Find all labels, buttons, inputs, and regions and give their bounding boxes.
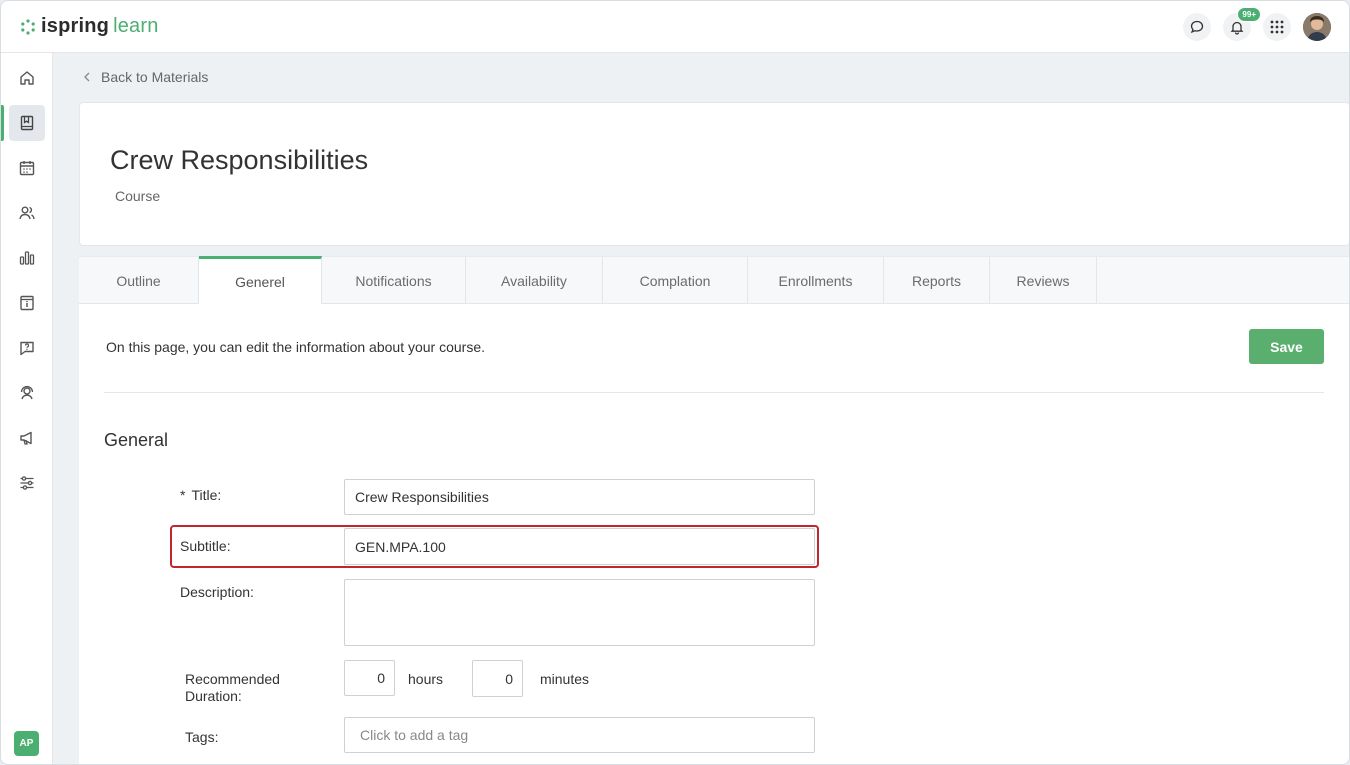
apps-button[interactable] bbox=[1263, 12, 1291, 41]
calendar-icon bbox=[19, 161, 35, 176]
tags-input[interactable]: Click to add a tag bbox=[344, 717, 815, 753]
home-icon bbox=[20, 71, 34, 85]
back-link[interactable]: Back to Materials bbox=[83, 69, 208, 85]
general-settings-panel: On this page, you can edit the informati… bbox=[79, 304, 1349, 764]
sidebar-item-questions[interactable] bbox=[9, 330, 45, 366]
logo-text-bold: ispring bbox=[41, 15, 110, 37]
top-bar: ispring learn 99+ bbox=[1, 1, 1349, 53]
hours-input[interactable]: 0 bbox=[344, 660, 395, 696]
title-label: * Title: bbox=[180, 487, 221, 503]
user-avatar[interactable] bbox=[1303, 12, 1331, 41]
user-initials-badge[interactable]: AP bbox=[14, 731, 39, 756]
sidebar-item-materials[interactable] bbox=[1, 105, 45, 141]
logo-text-light: learn bbox=[113, 15, 159, 37]
duration-label-line2: Duration: bbox=[185, 688, 242, 704]
tab-general[interactable]: Generel bbox=[199, 256, 322, 304]
book-icon bbox=[20, 115, 34, 131]
megaphone-icon bbox=[20, 431, 32, 445]
description-label: Description: bbox=[180, 584, 254, 600]
tab-reviews[interactable]: Reviews bbox=[990, 257, 1097, 304]
subtitle-label: Subtitle: bbox=[180, 538, 231, 554]
sidebar: AP bbox=[1, 53, 53, 764]
app-window: ispring learn 99+ AP Back to Materials C… bbox=[0, 0, 1350, 765]
duration-label: Recommended Duration: bbox=[185, 671, 280, 705]
sidebar-item-settings[interactable] bbox=[9, 465, 45, 501]
sidebar-item-home[interactable] bbox=[9, 60, 45, 96]
back-link-label: Back to Materials bbox=[101, 69, 209, 85]
ispring-logo-icon bbox=[21, 18, 35, 35]
tab-bar: Outline Generel Notifications Availabili… bbox=[79, 256, 1349, 304]
tab-reports[interactable]: Reports bbox=[884, 257, 990, 304]
tab-availability[interactable]: Availability bbox=[466, 257, 603, 304]
required-mark: * bbox=[180, 487, 186, 503]
sidebar-item-users[interactable] bbox=[9, 195, 45, 231]
sidebar-item-reports[interactable] bbox=[9, 240, 45, 276]
material-type: Course bbox=[115, 188, 161, 204]
minutes-input[interactable]: 0 bbox=[472, 660, 523, 697]
grid-icon bbox=[1270, 20, 1284, 33]
page-description: On this page, you can edit the informati… bbox=[106, 339, 486, 355]
sidebar-item-info[interactable] bbox=[9, 285, 45, 321]
settings-sliders-icon bbox=[20, 476, 34, 490]
duration-label-line1: Recommended bbox=[185, 671, 280, 687]
sidebar-item-announcements[interactable] bbox=[9, 420, 45, 456]
tab-notifications[interactable]: Notifications bbox=[322, 257, 466, 304]
users-icon bbox=[19, 206, 35, 220]
divider bbox=[104, 392, 1324, 393]
logo[interactable]: ispring learn bbox=[19, 15, 159, 38]
chat-bubble-icon bbox=[1190, 20, 1204, 33]
title-label-text: Title: bbox=[191, 487, 222, 503]
title-input[interactable]: Crew Responsibilities bbox=[344, 479, 815, 515]
question-chat-icon bbox=[20, 341, 34, 356]
avatar-photo-icon bbox=[1303, 12, 1331, 41]
page-title: Crew Responsibilities bbox=[110, 145, 369, 175]
chat-button[interactable] bbox=[1183, 12, 1211, 41]
chevron-left-icon bbox=[84, 72, 90, 82]
minutes-label: minutes bbox=[540, 671, 590, 687]
notifications-badge: 99+ bbox=[1237, 6, 1261, 22]
sidebar-item-support[interactable] bbox=[9, 375, 45, 411]
section-title: General bbox=[104, 430, 169, 450]
notifications-button[interactable]: 99+ bbox=[1223, 6, 1261, 41]
tab-enrollments[interactable]: Enrollments bbox=[748, 257, 884, 304]
info-icon bbox=[20, 295, 34, 311]
tags-label: Tags: bbox=[185, 729, 219, 745]
hours-label: hours bbox=[408, 671, 444, 687]
tab-completion[interactable]: Complation bbox=[603, 257, 748, 304]
sidebar-item-calendar[interactable] bbox=[9, 150, 45, 186]
tab-outline[interactable]: Outline bbox=[79, 257, 199, 304]
bar-chart-icon bbox=[19, 251, 35, 265]
save-button[interactable]: Save bbox=[1249, 329, 1324, 364]
support-agent-icon bbox=[20, 385, 34, 400]
description-textarea[interactable] bbox=[344, 579, 815, 646]
course-header: Crew Responsibilities Course bbox=[79, 102, 1349, 246]
subtitle-input[interactable]: GEN.MPA.100 bbox=[344, 528, 815, 565]
